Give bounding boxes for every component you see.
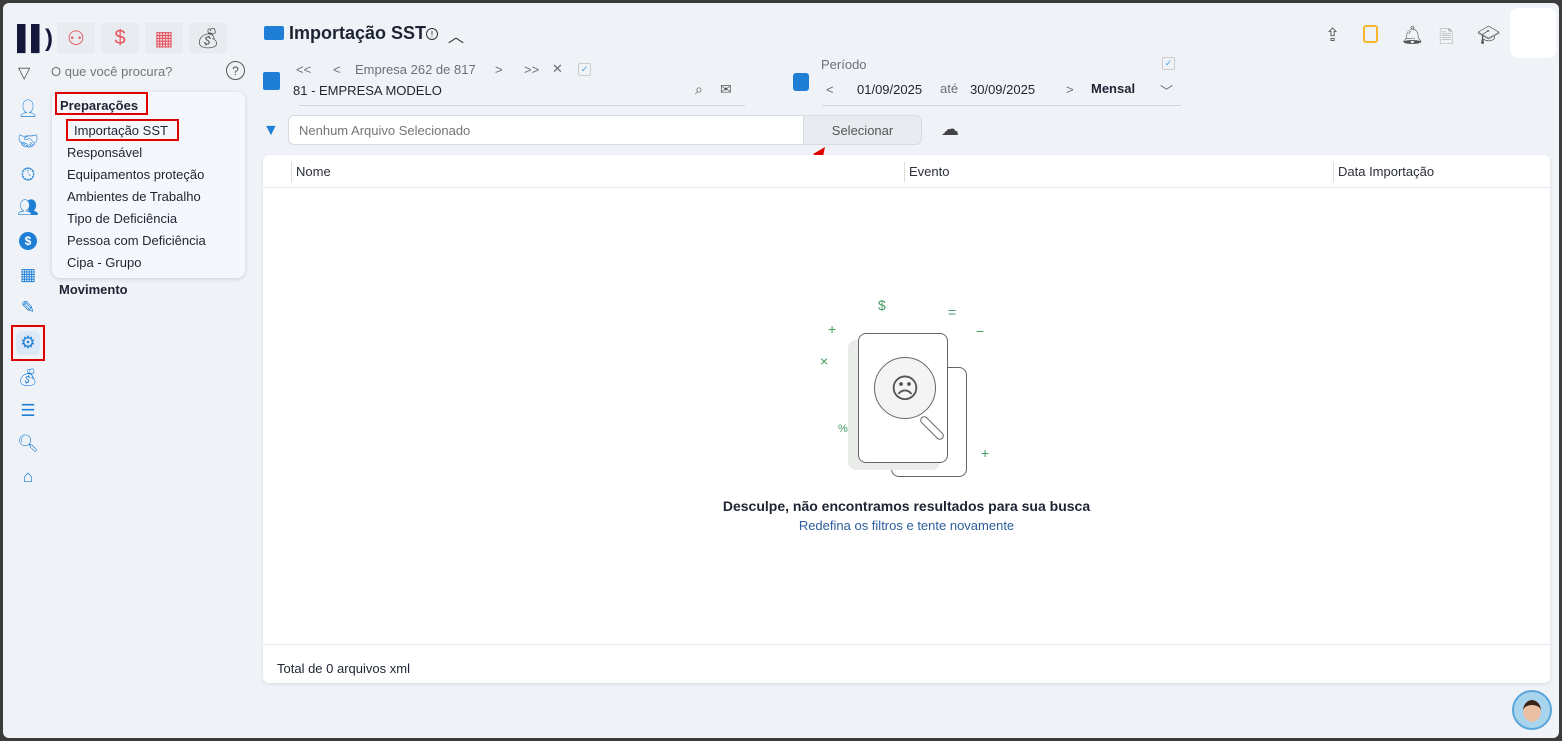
first-company-button[interactable]: << xyxy=(296,62,311,77)
search-input[interactable] xyxy=(51,61,221,81)
empty-title: Desculpe, não encontramos resultados par… xyxy=(722,498,1091,514)
info-icon[interactable]: ! xyxy=(426,28,438,40)
rail-search-icon[interactable]: 🔍︎ xyxy=(16,432,40,456)
filter-icon[interactable]: ▽ xyxy=(18,63,30,83)
period-to[interactable]: 30/09/2025 xyxy=(970,82,1035,97)
app-logo[interactable]: ▌▌) xyxy=(17,25,53,53)
user-slot[interactable] xyxy=(1510,8,1556,58)
help-icon[interactable]: ? xyxy=(226,61,245,80)
company-search-icon[interactable]: ⌕ xyxy=(695,81,703,98)
rail-tools-icon[interactable]: ✎ xyxy=(16,296,40,320)
rail-highlight xyxy=(11,325,45,361)
period-checkbox[interactable]: ✓ xyxy=(1162,57,1175,70)
next-period-button[interactable]: > xyxy=(1066,82,1074,97)
empty-illustration: $ = + − ×% + ☹ xyxy=(808,295,1008,485)
footer-divider xyxy=(263,644,1550,645)
rail-user-settings-icon[interactable]: 👤︎ xyxy=(16,97,40,121)
app-dollar-icon[interactable]: $ xyxy=(101,23,139,53)
prev-period-button[interactable]: < xyxy=(826,82,834,97)
document-search-icon[interactable]: 🗎 xyxy=(1439,25,1453,55)
menu-item-equipamentos[interactable]: Equipamentos proteção xyxy=(67,167,204,182)
column-evento[interactable]: Evento xyxy=(904,162,1331,182)
assistant-avatar[interactable] xyxy=(1512,690,1552,730)
bell-icon[interactable]: 🔔︎ xyxy=(1401,25,1424,46)
company-position: Empresa 262 de 817 xyxy=(355,62,476,77)
cloud-upload-icon[interactable]: ☁ xyxy=(941,119,959,140)
header-divider xyxy=(263,187,1550,188)
menu-item-tipo-deficiencia[interactable]: Tipo de Deficiência xyxy=(67,211,177,226)
prev-company-button[interactable]: < xyxy=(333,62,341,77)
file-input[interactable] xyxy=(288,115,804,145)
app-people-icon[interactable]: ⚇ xyxy=(57,23,95,53)
rail-handshake-icon[interactable]: 🤝︎ xyxy=(16,130,40,154)
rail-dollar-icon[interactable]: $ xyxy=(16,229,40,253)
company-checkbox[interactable]: ✓ xyxy=(578,63,591,76)
column-data-importacao[interactable]: Data Importação xyxy=(1333,162,1434,182)
rail-calculator-icon[interactable]: ▦ xyxy=(16,263,40,287)
rail-clock-icon[interactable]: 🕓︎ xyxy=(16,163,40,187)
column-nome[interactable]: Nome xyxy=(291,162,901,182)
graduation-cap-icon[interactable]: 🎓︎ xyxy=(1477,25,1500,46)
company-mail-icon[interactable]: ✉ xyxy=(720,81,732,98)
app-money-bag-icon[interactable]: 💰︎ xyxy=(189,23,227,53)
period-separator: até xyxy=(940,81,959,96)
last-company-button[interactable]: >> xyxy=(524,62,539,77)
item-highlight xyxy=(66,119,179,141)
period-mode-select[interactable]: Mensal xyxy=(1091,81,1135,96)
building-icon xyxy=(263,72,280,90)
calendar-icon xyxy=(793,73,809,91)
company-name[interactable]: 81 - EMPRESA MODELO xyxy=(293,83,442,98)
empty-subtitle: Redefina os filtros e tente novamente xyxy=(798,518,1015,533)
clear-company-button[interactable]: ✕ xyxy=(552,61,563,77)
app-calculator-icon[interactable]: ▦ xyxy=(145,23,183,53)
rail-home-icon[interactable]: ⌂ xyxy=(16,465,40,489)
next-company-button[interactable]: > xyxy=(495,62,503,77)
monitor-icon xyxy=(264,26,284,40)
menu-item-ambientes[interactable]: Ambientes de Trabalho xyxy=(67,189,201,204)
rail-money-bag-icon[interactable]: 💰︎ xyxy=(16,366,40,390)
funnel-icon: ▼ xyxy=(263,122,279,139)
files-table: Nome Evento Data Importação $ = + − ×% + ☹… xyxy=(263,155,1550,683)
period-mode-chevron-icon[interactable]: ﹀ xyxy=(1160,81,1173,100)
period-from[interactable]: 01/09/2025 xyxy=(857,82,922,97)
rail-people-icon[interactable]: 👥︎ xyxy=(16,196,40,220)
upload-icon[interactable]: ⇪ xyxy=(1325,25,1340,46)
page-title: Importação SST xyxy=(289,23,427,43)
menu-item-pessoa-deficiencia[interactable]: Pessoa com Deficiência xyxy=(67,233,206,248)
period-label: Período xyxy=(821,57,867,72)
menu-section-movimento[interactable]: Movimento xyxy=(59,282,128,297)
rail-layers-icon[interactable]: ☰ xyxy=(16,399,40,423)
app-window: ▌▌) ⚇ $ ▦ 💰︎ ▽ ? 👤︎ 🤝︎ 🕓︎ 👥︎ $ ▦ ✎ ⚙ 💰︎ … xyxy=(3,3,1559,738)
menu-item-responsavel[interactable]: Responsável xyxy=(67,145,142,160)
section-highlight xyxy=(55,92,148,115)
collapse-chevron-icon[interactable]: ︿ xyxy=(448,23,464,47)
total-count: Total de 0 arquivos xml xyxy=(277,661,410,676)
period-underline xyxy=(822,105,1181,106)
company-underline xyxy=(299,105,745,106)
select-file-button[interactable]: Selecionar xyxy=(803,115,922,145)
menu-item-cipa-grupo[interactable]: Cipa - Grupo xyxy=(67,255,141,270)
note-icon[interactable] xyxy=(1363,25,1378,43)
submenu-popup: Preparações Importação SST Responsável E… xyxy=(52,92,245,278)
